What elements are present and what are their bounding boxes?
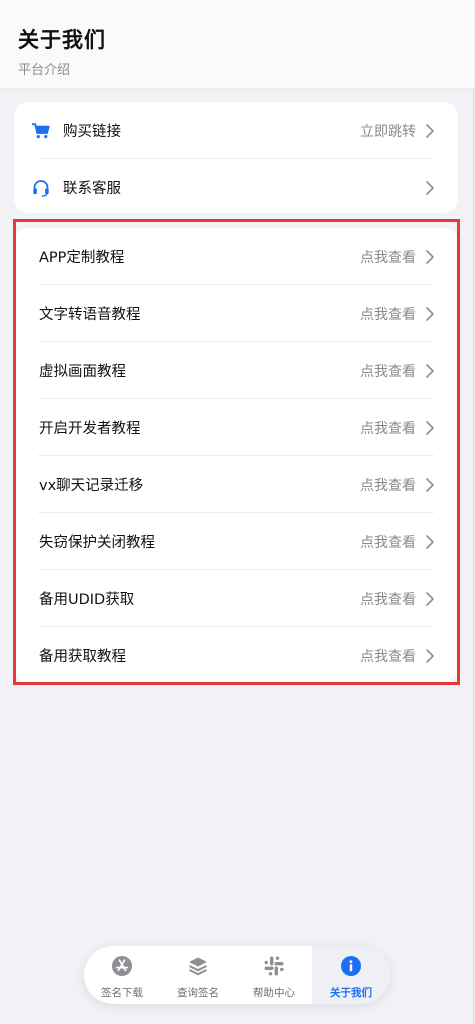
tutorial-row[interactable]: 备用获取教程 点我查看 bbox=[14, 627, 458, 684]
tab-label: 查询签名 bbox=[177, 987, 219, 999]
tutorial-label: 文字转语音教程 bbox=[39, 307, 141, 323]
tutorial-action: 点我查看 bbox=[360, 363, 416, 380]
tab-label: 帮助中心 bbox=[253, 987, 295, 999]
page-subtitle: 平台介绍 bbox=[18, 63, 71, 78]
page-title: 关于我们 bbox=[18, 28, 106, 52]
tutorial-label: APP定制教程 bbox=[39, 250, 125, 266]
tutorial-row[interactable]: 开启开发者教程 点我查看 bbox=[14, 399, 458, 456]
tutorial-label: 备用获取教程 bbox=[39, 649, 126, 665]
tutorial-label: 备用UDID获取 bbox=[39, 592, 135, 608]
tutorial-label: 失窃保护关闭教程 bbox=[39, 535, 155, 551]
tutorial-label: 开启开发者教程 bbox=[39, 421, 141, 437]
chevron-right-icon bbox=[424, 591, 436, 607]
tutorial-action: 点我查看 bbox=[360, 420, 416, 437]
tutorial-action: 点我查看 bbox=[360, 591, 416, 608]
tab-help-center[interactable]: 帮助中心 bbox=[236, 946, 312, 1004]
info-icon bbox=[340, 955, 362, 977]
tutorial-action: 点我查看 bbox=[360, 534, 416, 551]
slack-icon bbox=[263, 955, 285, 977]
chevron-right-icon bbox=[424, 249, 436, 265]
tutorial-row[interactable]: 文字转语音教程 点我查看 bbox=[14, 285, 458, 342]
tutorials-card: APP定制教程 点我查看 文字转语音教程 点我查看 虚拟画面教程 点我查看 开启… bbox=[14, 228, 458, 683]
chevron-right-icon bbox=[424, 477, 436, 493]
tutorial-row[interactable]: 失窃保护关闭教程 点我查看 bbox=[14, 513, 458, 570]
chevron-right-icon bbox=[424, 420, 436, 436]
chevron-right-icon bbox=[424, 363, 436, 379]
links-card: 购买链接 立即跳转 联系客服 bbox=[14, 102, 458, 213]
tutorial-row[interactable]: APP定制教程 点我查看 bbox=[14, 228, 458, 285]
chevron-right-icon bbox=[424, 123, 436, 139]
cart-icon bbox=[32, 122, 50, 140]
purchase-link-action: 立即跳转 bbox=[360, 123, 416, 140]
page-header: 关于我们 平台介绍 bbox=[0, 0, 474, 89]
headset-icon bbox=[32, 179, 50, 197]
purchase-link-label: 购买链接 bbox=[63, 124, 121, 140]
layers-icon bbox=[187, 955, 209, 977]
app-store-icon bbox=[111, 955, 133, 977]
tutorial-action: 点我查看 bbox=[360, 477, 416, 494]
tutorial-action: 点我查看 bbox=[360, 249, 416, 266]
tab-label: 签名下载 bbox=[101, 987, 143, 999]
tutorial-label: 虚拟画面教程 bbox=[39, 364, 126, 380]
tutorial-action: 点我查看 bbox=[360, 306, 416, 323]
chevron-right-icon bbox=[424, 306, 436, 322]
contact-support-label: 联系客服 bbox=[63, 181, 121, 197]
contact-support-row[interactable]: 联系客服 bbox=[14, 159, 458, 216]
tutorial-action: 点我查看 bbox=[360, 648, 416, 665]
tab-label: 关于我们 bbox=[330, 987, 372, 999]
chevron-right-icon bbox=[424, 648, 436, 664]
purchase-link-row[interactable]: 购买链接 立即跳转 bbox=[14, 102, 458, 159]
tab-query-sign[interactable]: 查询签名 bbox=[160, 946, 236, 1004]
tutorial-label: vx聊天记录迁移 bbox=[39, 478, 144, 494]
tutorial-row[interactable]: 备用UDID获取 点我查看 bbox=[14, 570, 458, 627]
tutorial-row[interactable]: 虚拟画面教程 点我查看 bbox=[14, 342, 458, 399]
chevron-right-icon bbox=[424, 534, 436, 550]
tutorial-row[interactable]: vx聊天记录迁移 点我查看 bbox=[14, 456, 458, 513]
bottom-tab-bar: 签名下载 查询签名 帮助中心 关于我们 bbox=[84, 946, 390, 1004]
tab-sign-download[interactable]: 签名下载 bbox=[84, 946, 160, 1004]
chevron-right-icon bbox=[424, 180, 436, 196]
tab-about-us[interactable]: 关于我们 bbox=[312, 946, 390, 1004]
